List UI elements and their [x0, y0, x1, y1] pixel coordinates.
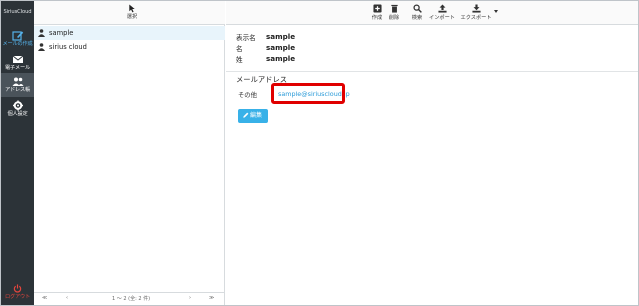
- nav-settings[interactable]: 個人設定: [1, 97, 34, 121]
- import-button[interactable]: インポート: [428, 4, 456, 22]
- select-button[interactable]: 選択: [121, 4, 143, 22]
- pager-last-button[interactable]: ≫: [209, 295, 214, 301]
- download-icon: [471, 4, 481, 13]
- list-pager: ≪ ‹ 1 ～ 2 (全: 2 件) › ≫: [34, 292, 225, 304]
- nav-settings-label: 個人設定: [7, 111, 28, 117]
- delete-button[interactable]: 削除: [386, 4, 402, 22]
- create-label: 作成: [371, 15, 383, 21]
- contact-detail-panel: 作成 削除 検索 インポート エクスポート 表示名 sample 名 sampl: [226, 1, 638, 305]
- person-icon: [38, 43, 45, 51]
- select-label: 選択: [126, 14, 138, 20]
- cursor-icon: [129, 4, 135, 13]
- contact-row[interactable]: sample: [34, 26, 225, 40]
- plus-icon: [372, 4, 382, 13]
- pager-first-button[interactable]: ≪: [42, 295, 47, 301]
- envelope-icon: [12, 55, 23, 63]
- pager-prev-button[interactable]: ‹: [66, 295, 68, 301]
- search-button[interactable]: 検索: [409, 4, 425, 22]
- gear-icon: [12, 100, 23, 111]
- search-icon: [412, 4, 422, 13]
- section-divider: [226, 71, 638, 72]
- last-name-value: sample: [266, 54, 296, 63]
- pencil-icon: [243, 112, 249, 118]
- display-name-value: sample: [266, 32, 296, 41]
- main-nav: SiriusCloud メールの作成 電子メール アドレス帳 個人設定 ログアウ…: [1, 1, 34, 305]
- nav-addressbook[interactable]: アドレス帳: [1, 73, 34, 97]
- nav-addressbook-label: アドレス帳: [5, 87, 30, 93]
- export-button[interactable]: エクスポート: [460, 4, 492, 22]
- last-name-label: 姓: [236, 56, 243, 64]
- contact-name: sirius cloud: [49, 43, 87, 51]
- display-name-label: 表示名: [236, 34, 256, 42]
- delete-label: 削除: [388, 15, 400, 21]
- first-name-label: 名: [236, 45, 243, 53]
- edit-icon: [11, 31, 23, 41]
- contact-list-panel: 選択 sample sirius cloud ≪ ‹ 1 ～ 2 (全: 2 件…: [34, 1, 225, 305]
- email-type-label: その他: [238, 92, 257, 99]
- pager-next-button[interactable]: ›: [189, 295, 191, 301]
- users-icon: [12, 77, 23, 86]
- nav-compose-label: メールの作成: [2, 41, 33, 47]
- edit-label: 編集: [250, 112, 263, 119]
- highlight-box: [271, 83, 345, 104]
- logout-button[interactable]: ログアウト: [1, 284, 34, 304]
- detail-toolbar: 作成 削除 検索 インポート エクスポート: [226, 1, 638, 25]
- brand-logo: SiriusCloud: [3, 9, 32, 15]
- nav-mail[interactable]: 電子メール: [1, 51, 34, 75]
- edit-button[interactable]: 編集: [238, 109, 268, 123]
- person-icon: [38, 29, 45, 37]
- search-label: 検索: [411, 15, 423, 21]
- create-button[interactable]: 作成: [369, 4, 385, 22]
- app-window: SiriusCloud メールの作成 電子メール アドレス帳 個人設定 ログアウ…: [0, 0, 639, 306]
- pager-status: 1 ～ 2 (全: 2 件): [112, 296, 151, 302]
- contact-name: sample: [49, 29, 74, 37]
- power-icon: [13, 284, 22, 293]
- upload-icon: [437, 4, 447, 13]
- import-label: インポート: [429, 15, 455, 21]
- export-dropdown-icon[interactable]: [494, 10, 498, 13]
- nav-compose[interactable]: メールの作成: [1, 27, 34, 51]
- export-label: エクスポート: [460, 15, 492, 21]
- list-toolbar: 選択: [34, 1, 225, 25]
- nav-mail-label: 電子メール: [5, 65, 30, 71]
- trash-icon: [390, 4, 398, 13]
- contact-row[interactable]: sirius cloud: [34, 40, 225, 54]
- first-name-value: sample: [266, 43, 296, 52]
- logout-label: ログアウト: [5, 294, 30, 300]
